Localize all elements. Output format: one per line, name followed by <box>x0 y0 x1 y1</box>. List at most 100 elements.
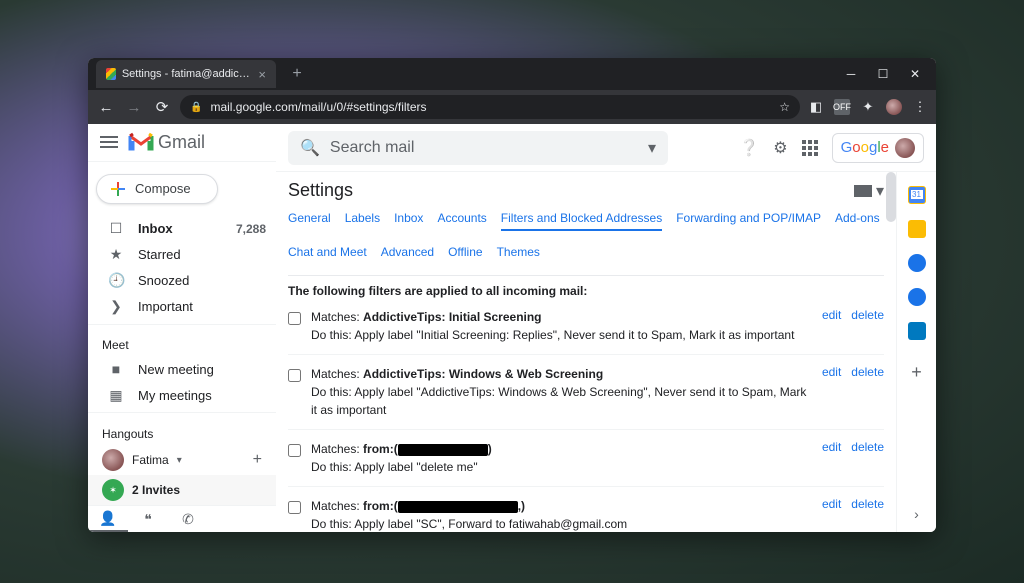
sidebar-item-important[interactable]: ❯ Important <box>88 294 276 320</box>
density-toggle[interactable]: ▾ <box>854 181 884 201</box>
tab-themes[interactable]: Themes <box>497 245 540 263</box>
sidebar-item-starred[interactable]: ★ Starred <box>88 242 276 268</box>
filter-checkbox[interactable] <box>288 444 301 457</box>
bookmark-star-icon[interactable]: ☆ <box>779 100 790 114</box>
keep-icon[interactable] <box>908 220 926 238</box>
nav-icon: ❯ <box>108 298 124 315</box>
browser-toolbar: ← → ⟳ 🔒 mail.google.com/mail/u/0/#settin… <box>88 90 936 124</box>
back-button[interactable]: ← <box>96 99 116 116</box>
filters-intro: The following filters are applied to all… <box>288 275 884 298</box>
contacts-icon[interactable] <box>908 288 926 306</box>
apps-grid-icon[interactable] <box>802 140 818 156</box>
minimize-button[interactable]: ─ <box>844 67 858 81</box>
delete-link[interactable]: delete <box>851 308 884 322</box>
invites-label: 2 Invites <box>132 483 180 497</box>
tab-inbox[interactable]: Inbox <box>394 211 423 231</box>
nav-icon: ★ <box>108 246 124 263</box>
account-chip[interactable]: Google <box>832 133 924 163</box>
caret-down-icon: ▾ <box>177 455 182 466</box>
nav-label: Important <box>138 299 193 314</box>
trello-icon[interactable] <box>908 322 926 340</box>
browser-menu-icon[interactable]: ⋮ <box>912 99 928 115</box>
new-hangout-button[interactable]: + <box>253 451 262 469</box>
top-bar: 🔍 Search mail ▾ ❔ ⚙ Google <box>276 124 936 172</box>
phone-tab-icon[interactable]: ✆ <box>168 506 208 532</box>
settings-gear-icon[interactable]: ⚙ <box>773 138 787 158</box>
search-options-caret-icon[interactable]: ▾ <box>648 138 656 158</box>
scrollbar[interactable] <box>886 172 896 222</box>
search-input[interactable]: 🔍 Search mail ▾ <box>288 131 668 165</box>
gmail-logo[interactable]: Gmail <box>128 132 205 153</box>
filter-checkbox[interactable] <box>288 312 301 325</box>
gmail-favicon <box>106 68 116 80</box>
tab-offline[interactable]: Offline <box>448 245 482 263</box>
forward-button[interactable]: → <box>124 99 144 116</box>
extension-icon-2[interactable]: OFF <box>834 99 850 115</box>
viewport: Gmail Compose ☐Inbox7,288★Starred🕘Snooze… <box>88 124 936 532</box>
filter-checkbox[interactable] <box>288 369 301 382</box>
extension-icon-1[interactable]: ◧ <box>808 99 824 115</box>
meet-item-new-meeting[interactable]: ■New meeting <box>88 356 276 382</box>
filter-checkbox[interactable] <box>288 501 301 514</box>
sidebar-item-inbox[interactable]: ☐Inbox7,288 <box>88 216 276 242</box>
settings-tabs: General Labels Inbox Accounts Filters and Bl… <box>288 211 884 263</box>
filter-row: Matches: from:(,)Do this: Apply label "S… <box>288 486 884 532</box>
tab-filters-and-blocked-addresses[interactable]: Filters and Blocked Addresses <box>501 211 662 231</box>
contacts-tab-icon[interactable]: 👤 <box>88 506 128 532</box>
meet-section-label: Meet <box>88 328 276 356</box>
filters-list: Matches: AddictiveTips: Initial Screenin… <box>288 298 884 532</box>
meet-item-my-meetings[interactable]: ▦My meetings <box>88 382 276 408</box>
delete-link[interactable]: delete <box>851 497 884 511</box>
get-addons-button[interactable]: + <box>911 362 922 383</box>
edit-link[interactable]: edit <box>822 440 841 454</box>
hangouts-tab-icon[interactable]: ❝ <box>128 506 168 532</box>
close-window-button[interactable]: ✕ <box>908 67 922 81</box>
tab-accounts[interactable]: Accounts <box>437 211 486 231</box>
edit-link[interactable]: edit <box>822 365 841 379</box>
search-placeholder: Search mail <box>330 139 414 157</box>
hangouts-user-name: Fatima <box>132 453 169 467</box>
tab-labels[interactable]: Labels <box>345 211 380 231</box>
window-controls: ─ ☐ ✕ <box>844 67 936 81</box>
invites-badge-icon: ✶ <box>102 479 124 501</box>
collapse-panel-icon[interactable]: › <box>914 506 919 522</box>
nav-label: My meetings <box>138 388 212 403</box>
tab-forwarding-and-pop-imap[interactable]: Forwarding and POP/IMAP <box>676 211 821 231</box>
url-bar[interactable]: 🔒 mail.google.com/mail/u/0/#settings/fil… <box>180 95 800 119</box>
new-tab-button[interactable]: + <box>286 63 308 85</box>
tab-general[interactable]: General <box>288 211 331 231</box>
main-menu-icon[interactable] <box>100 136 118 148</box>
delete-link[interactable]: delete <box>851 365 884 379</box>
filter-row: Matches: AddictiveTips: Windows & Web Sc… <box>288 354 884 429</box>
support-icon[interactable]: ❔ <box>739 138 759 158</box>
nav-count: 7,288 <box>236 222 266 236</box>
tab-add-ons[interactable]: Add-ons <box>835 211 880 231</box>
nav-label: Inbox <box>138 221 173 236</box>
sidebar-item-snoozed[interactable]: 🕘Snoozed <box>88 268 276 294</box>
profile-avatar-icon[interactable] <box>886 99 902 115</box>
tab-chat-and-meet[interactable]: Chat and Meet <box>288 245 367 263</box>
close-tab-icon[interactable]: × <box>258 67 266 82</box>
calendar-icon[interactable] <box>908 186 926 204</box>
tab-advanced[interactable]: Advanced <box>381 245 434 263</box>
search-icon: 🔍 <box>300 138 320 158</box>
gmail-m-icon <box>128 132 154 152</box>
delete-link[interactable]: delete <box>851 440 884 454</box>
filter-text: Matches: AddictiveTips: Windows & Web Sc… <box>311 365 812 419</box>
invites-row[interactable]: ✶ 2 Invites <box>88 475 276 505</box>
edit-link[interactable]: edit <box>822 308 841 322</box>
compose-button[interactable]: Compose <box>96 174 218 204</box>
reload-button[interactable]: ⟳ <box>152 98 172 116</box>
browser-tab[interactable]: Settings - fatima@addictivetips.c × <box>96 60 276 88</box>
maximize-button[interactable]: ☐ <box>876 67 890 81</box>
tasks-icon[interactable] <box>908 254 926 272</box>
hangouts-user-row[interactable]: Fatima ▾ + <box>88 445 276 475</box>
filter-row: Matches: AddictiveTips: Initial Screenin… <box>288 298 884 354</box>
nav-label: New meeting <box>138 362 214 377</box>
nav-label: Starred <box>138 247 181 262</box>
extension-icons: ◧ OFF ✦ ⋮ <box>808 99 928 115</box>
nav-label: Snoozed <box>138 273 189 288</box>
extensions-menu-icon[interactable]: ✦ <box>860 99 876 115</box>
edit-link[interactable]: edit <box>822 497 841 511</box>
settings-panel: Settings ▾ GeneralLabelsInboxAccountsFil… <box>276 172 896 532</box>
